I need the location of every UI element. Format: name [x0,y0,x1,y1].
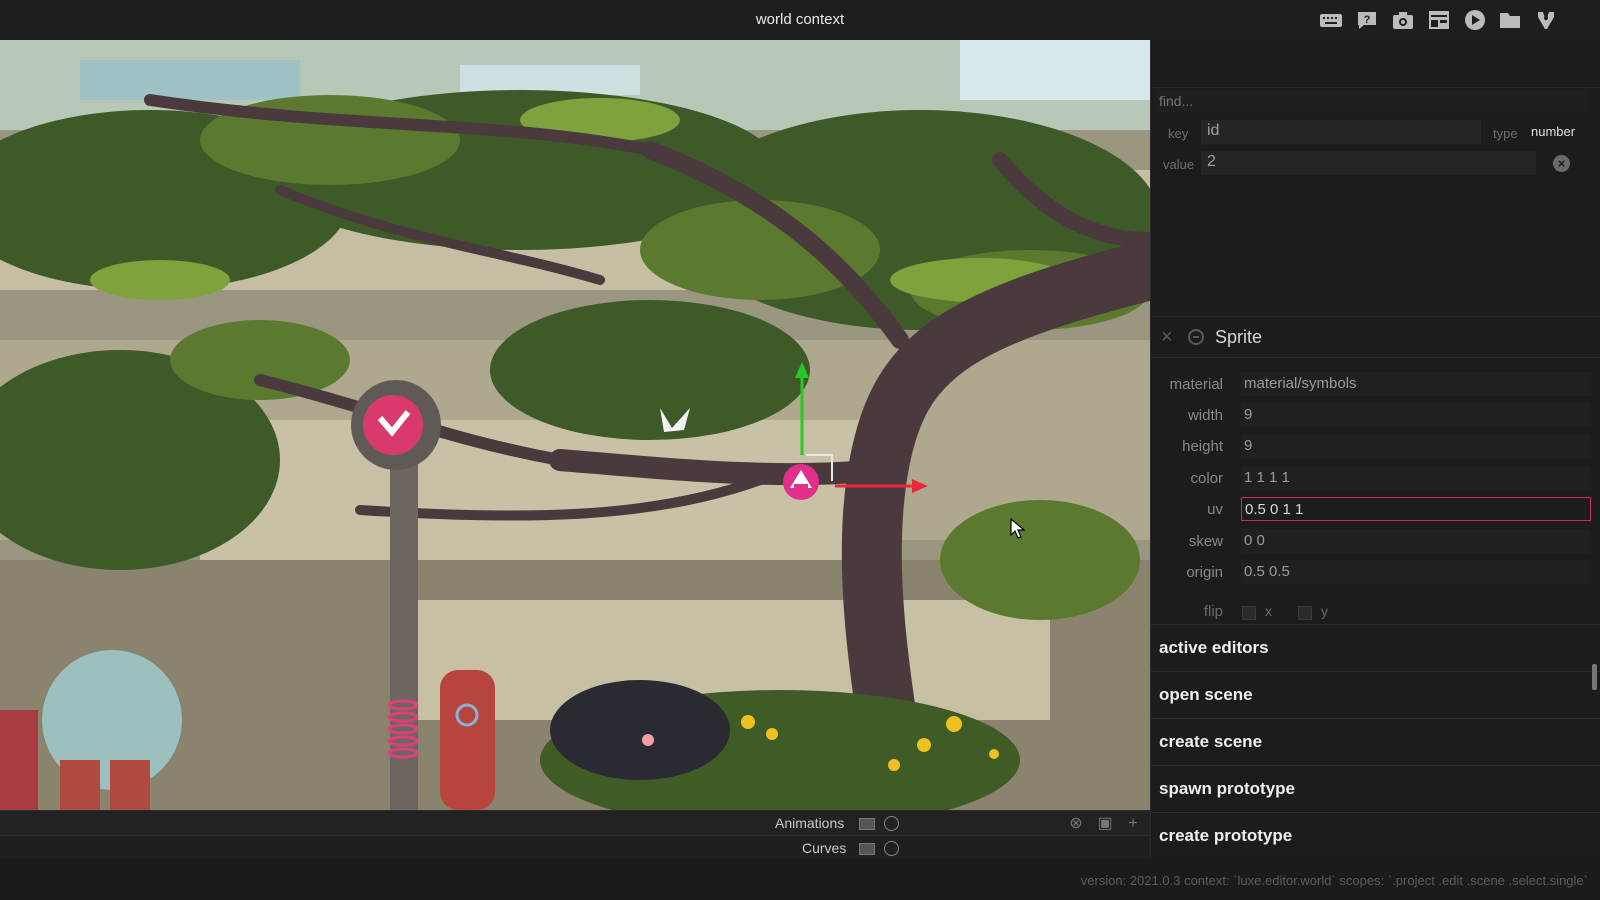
material-field[interactable]: material/symbols [1241,372,1591,396]
action-label: create scene [1159,732,1263,751]
material-label: material [1169,376,1223,393]
action-spawn-prototype[interactable]: spawn prototype [1151,765,1600,812]
skew-field[interactable]: 0 0 [1241,529,1591,553]
clear-value-icon[interactable]: × [1553,155,1570,172]
save-icon[interactable]: ▣ [1096,815,1114,833]
keyboard-icon[interactable] [1318,8,1344,32]
action-label: active editors [1159,638,1269,657]
close-icon[interactable]: × [1161,326,1173,349]
camera-icon[interactable] [1390,8,1416,32]
curves-info-icon[interactable] [884,841,899,856]
scene-viewport[interactable] [0,40,1150,810]
action-create-prototype[interactable]: create prototype [1151,812,1600,859]
color-label: color [1190,470,1223,487]
flip-y-label: y [1321,603,1328,619]
curves-toggle[interactable] [859,843,875,855]
uv-field[interactable]: 0.5 0 1 1 [1241,497,1591,521]
type-label: type [1493,126,1518,141]
color-field[interactable]: 1 1 1 1 [1241,466,1591,490]
flip-y-checkbox[interactable] [1298,606,1312,620]
flip-x-label: x [1265,603,1272,619]
help-icon[interactable]: ? [1354,8,1380,32]
status-bar: version: 2021.0.3 context: `luxe.editor.… [0,859,1600,900]
action-label: spawn prototype [1159,779,1296,798]
key-label: key [1168,126,1189,141]
scene-artwork [0,40,1150,810]
animations-label: Animations [775,815,845,831]
origin-label: origin [1186,564,1223,581]
uv-label: uv [1207,501,1223,518]
height-label: height [1182,438,1223,455]
height-field[interactable]: 9 [1241,434,1591,458]
pink-sprite-marker-icon [363,395,423,455]
status-text: version: 2021.0.3 context: `luxe.editor.… [1080,873,1588,888]
luxe-logo-icon[interactable] [1533,8,1559,32]
value-field[interactable]: 2 [1201,151,1536,175]
panel-scrollbar[interactable] [1592,664,1597,690]
key-field[interactable]: id [1201,120,1481,144]
svg-text:?: ? [1364,14,1371,26]
sprite-component-header: × Sprite [1151,316,1600,358]
value-label: value [1163,157,1195,172]
flip-label: flip [1203,603,1223,620]
curves-editor-bar: Curves [0,835,1150,859]
type-value[interactable]: number [1531,124,1575,139]
add-icon[interactable]: + [1124,815,1142,833]
play-icon[interactable] [1462,8,1488,32]
title-bar: world context ? [0,0,1600,40]
find-input[interactable] [1157,90,1587,112]
skew-label: skew [1188,533,1223,550]
close-icon[interactable]: ⊗ [1067,815,1085,833]
flip-x-checkbox[interactable] [1242,606,1256,620]
sprite-title: Sprite [1215,327,1263,347]
action-active-editors[interactable]: active editors [1151,624,1600,671]
inspector-panel: key id type number value 2 × × Sprite ma… [1150,40,1600,859]
animations-toggle[interactable] [859,818,875,830]
animations-info-icon[interactable] [884,816,899,831]
action-open-scene[interactable]: open scene [1151,671,1600,718]
animations-editor-bar: Animations ⊗ ▣ + [0,810,1150,835]
layout-icon[interactable] [1426,8,1452,32]
collapse-icon[interactable] [1188,329,1204,345]
origin-field[interactable]: 0.5 0.5 [1241,560,1591,584]
panel-header [1151,40,1600,88]
action-create-scene[interactable]: create scene [1151,718,1600,765]
width-label: width [1187,407,1223,424]
folder-icon[interactable] [1497,8,1523,32]
curves-label: Curves [802,840,847,856]
mouse-cursor-icon [1010,518,1026,539]
action-label: open scene [1159,685,1253,704]
action-label: create prototype [1159,826,1293,845]
width-field[interactable]: 9 [1241,403,1591,427]
